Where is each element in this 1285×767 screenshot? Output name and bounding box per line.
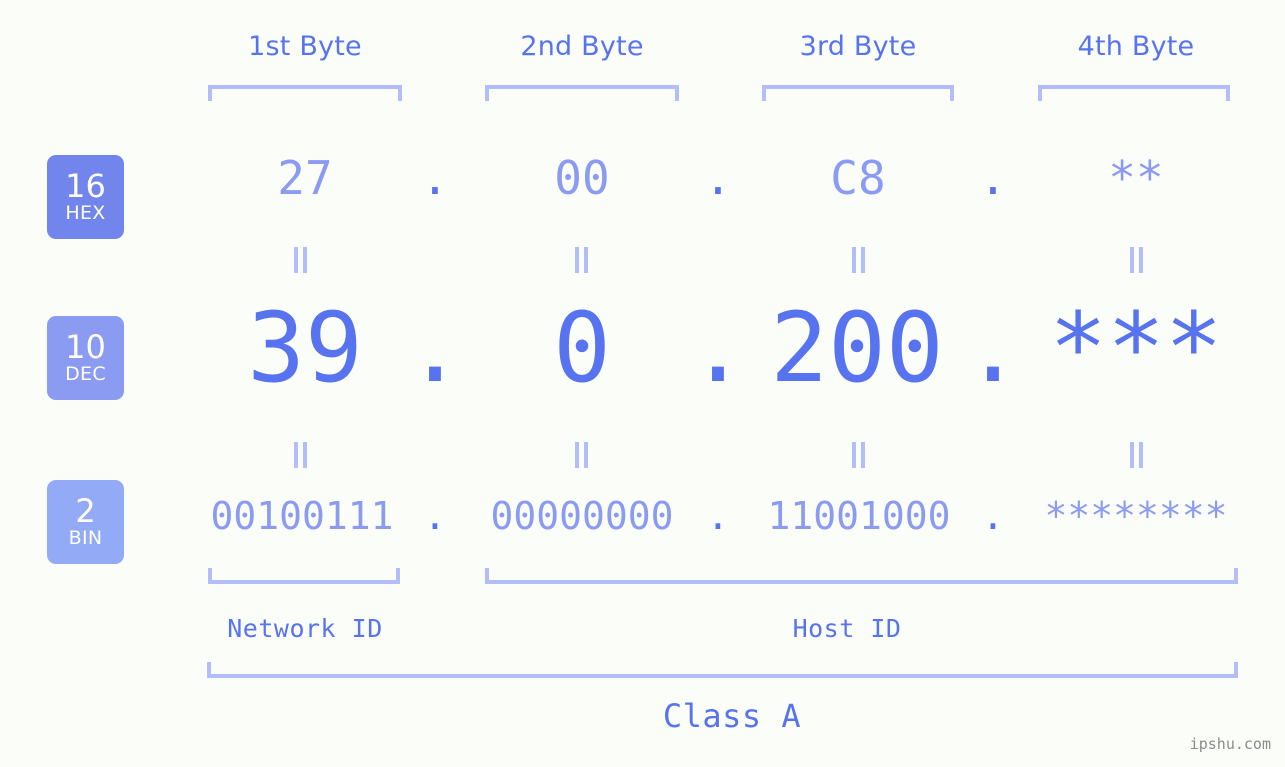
bin-separator-1: .: [423, 494, 447, 538]
bin-byte-2: 00000000: [490, 494, 674, 538]
byte-bracket-3: [762, 85, 954, 101]
dec-separator-1: .: [406, 292, 464, 404]
hex-separator-2: .: [704, 151, 732, 205]
radix-badge-hex-name: HEX: [65, 201, 106, 224]
class-label: Class A: [662, 697, 802, 735]
radix-badge-dec: 10 DEC: [47, 316, 124, 400]
radix-badge-bin: 2 BIN: [47, 480, 124, 564]
equals-connector-hex-dec-1: [289, 247, 311, 273]
radix-badge-dec-number: 10: [65, 328, 106, 367]
byte-header-4: 4th Byte: [1077, 31, 1195, 62]
equals-connector-hex-dec-3: [847, 247, 869, 273]
hex-byte-4: **: [1108, 151, 1164, 205]
bin-separator-2: .: [706, 494, 730, 538]
class-bracket: [207, 662, 1238, 678]
hex-separator-1: .: [421, 151, 449, 205]
radix-badge-bin-number: 2: [75, 492, 96, 531]
host-id-label: Host ID: [792, 614, 902, 643]
ip-breakdown-diagram: 1st Byte 2nd Byte 3rd Byte 4th Byte 16 H…: [0, 0, 1285, 767]
byte-header-2: 2nd Byte: [520, 31, 644, 62]
hex-separator-3: .: [979, 151, 1007, 205]
equals-connector-dec-bin-4: [1125, 442, 1147, 468]
dec-byte-2: 0: [553, 292, 611, 404]
equals-connector-hex-dec-4: [1125, 247, 1147, 273]
bin-separator-3: .: [981, 494, 1005, 538]
byte-bracket-1: [208, 85, 402, 101]
byte-header-3: 3rd Byte: [799, 31, 917, 62]
byte-header-1: 1st Byte: [248, 31, 362, 62]
byte-bracket-2: [485, 85, 679, 101]
bin-byte-3: 11001000: [767, 494, 951, 538]
hex-byte-3: C8: [830, 151, 886, 205]
dec-byte-4: ***: [1049, 292, 1223, 404]
site-watermark: ipshu.com: [1189, 735, 1271, 753]
dec-separator-3: .: [964, 292, 1022, 404]
equals-connector-dec-bin-3: [847, 442, 869, 468]
dec-byte-3: 200: [770, 292, 944, 404]
byte-bracket-4: [1038, 85, 1230, 101]
network-id-bracket: [208, 568, 400, 584]
radix-badge-dec-name: DEC: [65, 362, 106, 385]
bin-byte-4: ********: [1044, 494, 1228, 538]
equals-connector-dec-bin-2: [570, 442, 592, 468]
hex-byte-2: 00: [554, 151, 610, 205]
dec-byte-1: 39: [247, 292, 363, 404]
equals-connector-hex-dec-2: [570, 247, 592, 273]
host-id-bracket: [485, 568, 1238, 584]
radix-badge-hex-number: 16: [65, 167, 106, 206]
radix-badge-bin-name: BIN: [68, 526, 103, 549]
equals-connector-dec-bin-1: [289, 442, 311, 468]
network-id-label: Network ID: [227, 614, 383, 643]
dec-separator-2: .: [689, 292, 747, 404]
bin-byte-1: 00100111: [210, 494, 394, 538]
hex-byte-1: 27: [277, 151, 333, 205]
radix-badge-hex: 16 HEX: [47, 155, 124, 239]
